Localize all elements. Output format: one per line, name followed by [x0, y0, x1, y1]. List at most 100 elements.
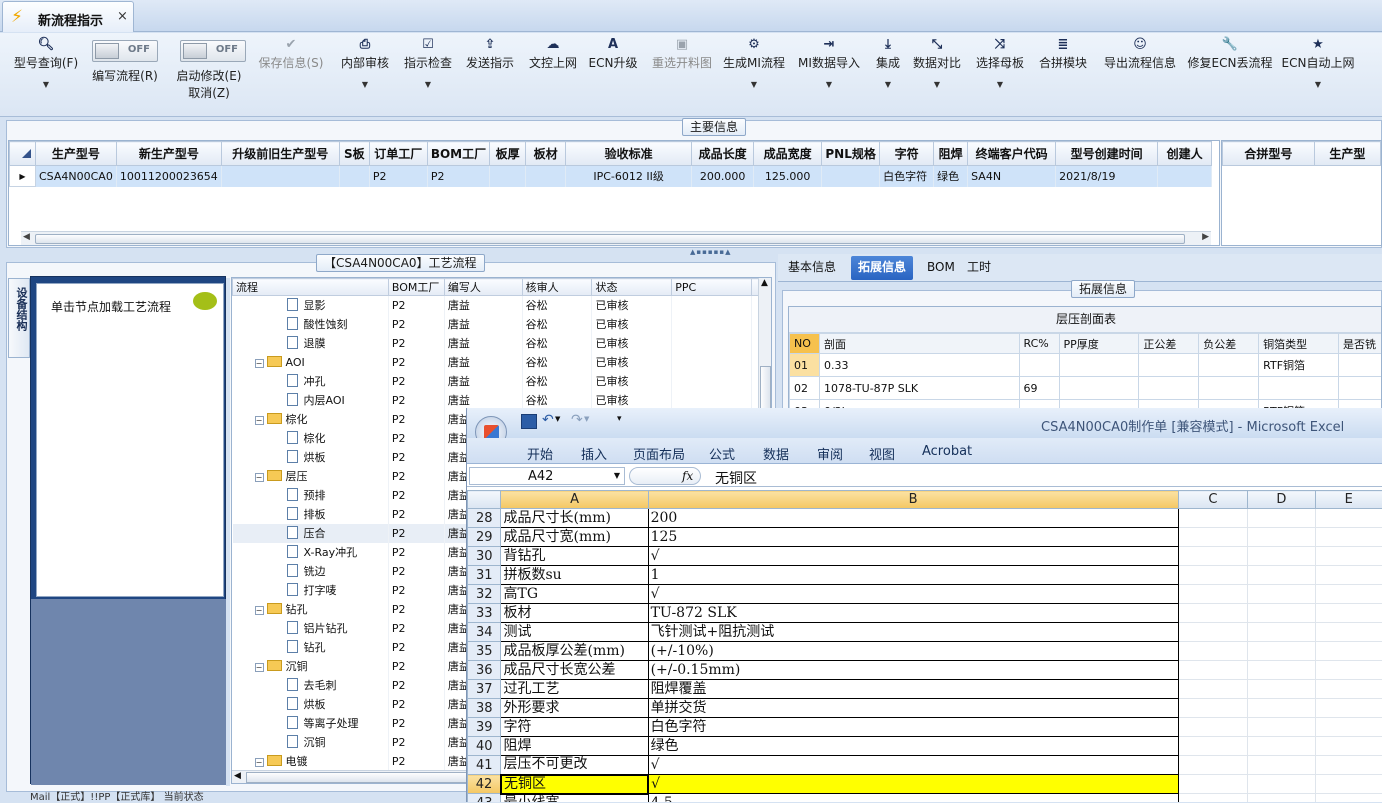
quick-access-menu-icon[interactable]: ▾: [617, 414, 622, 424]
col-header[interactable]: 是否铣: [1339, 334, 1382, 354]
row-header[interactable]: 40: [468, 737, 501, 756]
tree-node[interactable]: 等离子处理: [233, 714, 389, 733]
splitter-handle[interactable]: ▲▪▪▪▪▪▲: [690, 248, 730, 254]
redo-icon[interactable]: ↷: [571, 412, 583, 428]
ribbon-tab[interactable]: 视图: [869, 444, 895, 463]
row-header[interactable]: 33: [468, 604, 501, 623]
sheet-cell[interactable]: [1248, 623, 1315, 642]
sheet-row[interactable]: 31拼板数su1: [468, 566, 1382, 585]
row-header[interactable]: 36: [468, 661, 501, 680]
table-cell[interactable]: 0.33: [819, 354, 1019, 377]
sheet-row[interactable]: 35成品板厚公差(mm)(+/-10%): [468, 642, 1382, 661]
sheet-cell[interactable]: √: [648, 756, 1178, 775]
sheet-cell[interactable]: [1178, 794, 1247, 803]
sheet-cell[interactable]: 字符: [501, 718, 648, 737]
toolbar-button-13[interactable]: ☺导出流程信息: [1098, 35, 1182, 71]
tree-node[interactable]: 沉铜: [233, 733, 389, 752]
scroll-up-icon[interactable]: ▲: [761, 278, 768, 288]
col-header[interactable]: 流程: [233, 279, 389, 296]
tree-node[interactable]: 烘板: [233, 448, 389, 467]
table-cell[interactable]: 1078-TU-87P SLK: [819, 377, 1019, 400]
table-cell[interactable]: [1139, 377, 1199, 400]
sheet-cell[interactable]: 成品板厚公差(mm): [501, 642, 648, 661]
sheet-cell[interactable]: 阻焊: [501, 737, 648, 756]
sheet-cell[interactable]: [1315, 604, 1382, 623]
sheet-cell[interactable]: [1315, 718, 1382, 737]
sheet-cell[interactable]: [1248, 661, 1315, 680]
tree-node[interactable]: X-Ray冲孔: [233, 543, 389, 562]
sheet-cell[interactable]: [1315, 642, 1382, 661]
table-cell[interactable]: 2021/8/19: [1056, 166, 1158, 187]
sheet-cell[interactable]: [1248, 737, 1315, 756]
undo-icon[interactable]: ↶: [542, 412, 554, 428]
collapse-icon[interactable]: −: [255, 663, 264, 672]
sheet-cell[interactable]: 板材: [501, 604, 648, 623]
sheet-cell[interactable]: [1178, 528, 1247, 547]
chevron-down-icon[interactable]: ▼: [584, 415, 589, 423]
row-header[interactable]: 43: [468, 794, 501, 803]
sheet-cell[interactable]: [1178, 604, 1247, 623]
table-cell[interactable]: RTF铜箔: [1259, 354, 1339, 377]
row-header[interactable]: 41: [468, 756, 501, 775]
sheet-cell[interactable]: [1248, 680, 1315, 699]
sheet-cell[interactable]: 背钻孔: [501, 547, 648, 566]
toolbar-button-14[interactable]: 🔧修复ECN丢流程: [1184, 35, 1276, 71]
formula-value[interactable]: 无铜区: [715, 468, 757, 488]
sheet-cell[interactable]: [1248, 699, 1315, 718]
table-cell[interactable]: [1059, 377, 1139, 400]
chevron-down-icon[interactable]: ▼: [908, 80, 966, 89]
tree-node[interactable]: 内层AOI: [233, 391, 389, 410]
sheet-cell[interactable]: [1248, 547, 1315, 566]
tree-node[interactable]: −电镀: [233, 752, 389, 771]
sheet-cell[interactable]: [1178, 509, 1247, 528]
save-icon[interactable]: [521, 414, 537, 429]
sheet-cell[interactable]: [1178, 566, 1247, 585]
ribbon-tab[interactable]: 审阅: [817, 444, 843, 463]
table-cell[interactable]: 200.000: [692, 166, 754, 187]
col-header[interactable]: 新生产型号: [116, 142, 221, 166]
col-header[interactable]: 型号创建时间: [1056, 142, 1158, 166]
sheet-row[interactable]: 41层压不可更改√: [468, 756, 1382, 775]
table-cell[interactable]: SA4N: [968, 166, 1056, 187]
table-row[interactable]: 021078-TU-87P SLK69: [790, 377, 1382, 400]
col-header[interactable]: BOM工厂: [427, 142, 489, 166]
col-header[interactable]: 负公差: [1199, 334, 1259, 354]
col-header[interactable]: PNL规格: [822, 142, 880, 166]
tab-ext-info[interactable]: 拓展信息: [851, 256, 913, 280]
sheet-cell[interactable]: 高TG: [501, 585, 648, 604]
sheet-row[interactable]: 32高TG√: [468, 585, 1382, 604]
tree-node[interactable]: 压合: [233, 524, 389, 543]
tree-node[interactable]: 预排: [233, 486, 389, 505]
chevron-down-icon[interactable]: ▼: [868, 80, 908, 89]
sheet-row[interactable]: 34测试飞针测试+阻抗测试: [468, 623, 1382, 642]
sheet-row[interactable]: 36成品尺寸长宽公差(+/-0.15mm): [468, 661, 1382, 680]
row-header[interactable]: 38: [468, 699, 501, 718]
table-row[interactable]: ▶CSA4N00CA010011200023654P2P2IPC-6012 II…: [10, 166, 1212, 187]
col-header[interactable]: 成品长度: [692, 142, 754, 166]
table-cell[interactable]: [1339, 377, 1382, 400]
table-cell[interactable]: [490, 166, 526, 187]
table-cell[interactable]: [1339, 354, 1382, 377]
edit-flow-toggle[interactable]: OFF: [92, 40, 158, 62]
toolbar-button-3[interactable]: ⇪发送指示: [460, 35, 520, 71]
sheet-cell[interactable]: [1178, 661, 1247, 680]
ribbon-tab[interactable]: Acrobat: [922, 444, 972, 459]
col-header[interactable]: 板材: [526, 142, 566, 166]
table-cell[interactable]: [339, 166, 369, 187]
sheet-cell[interactable]: [1315, 585, 1382, 604]
sheet-cell[interactable]: [1315, 775, 1382, 794]
table-cell[interactable]: 白色字符: [880, 166, 934, 187]
table-cell[interactable]: 01: [790, 354, 820, 377]
chevron-down-icon[interactable]: ▼: [1280, 80, 1356, 89]
collapse-icon[interactable]: −: [255, 416, 264, 425]
fx-icon[interactable]: fx: [682, 469, 693, 483]
sheet-cell[interactable]: [1248, 566, 1315, 585]
col-header[interactable]: 铜箔类型: [1259, 334, 1339, 354]
sheet-cell[interactable]: 阻焊覆盖: [648, 680, 1178, 699]
sheet-cell[interactable]: [1178, 642, 1247, 661]
tab-bom[interactable]: BOM: [920, 256, 962, 280]
col-header[interactable]: RC%: [1019, 334, 1059, 354]
sheet-row[interactable]: 30背钻孔√: [468, 547, 1382, 566]
sheet-cell[interactable]: √: [648, 547, 1178, 566]
sheet-cell[interactable]: [1315, 794, 1382, 803]
